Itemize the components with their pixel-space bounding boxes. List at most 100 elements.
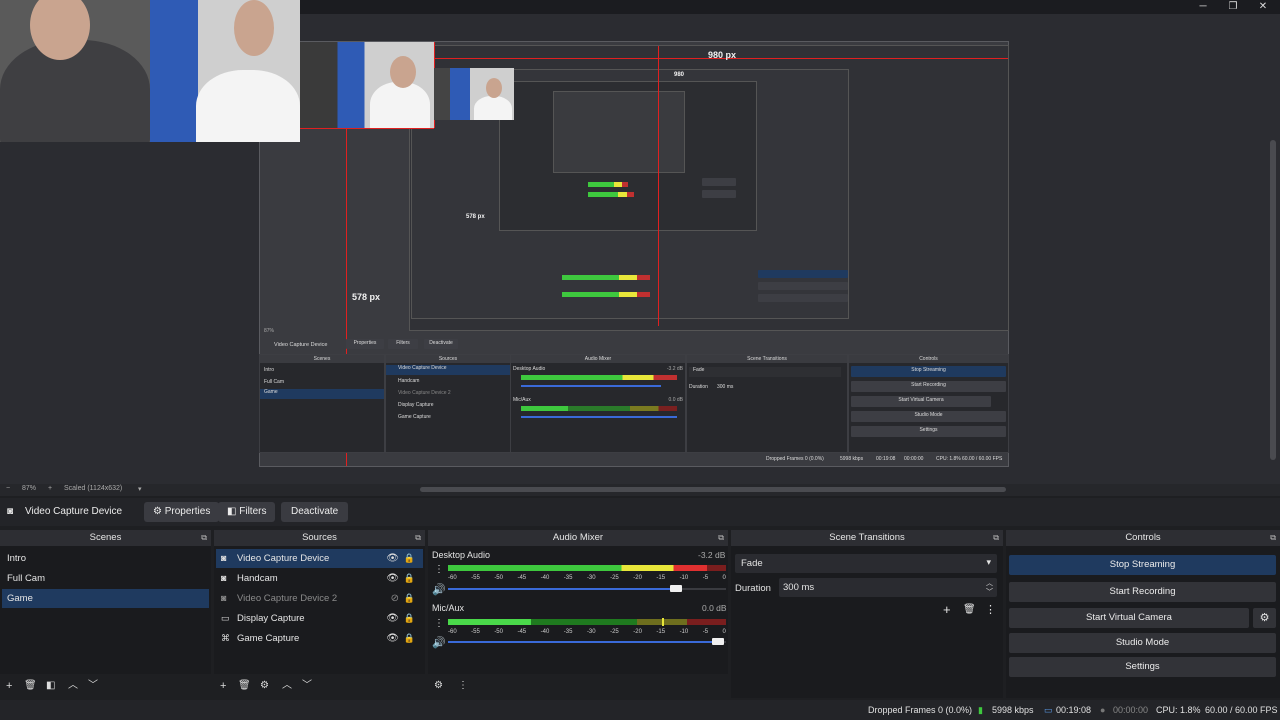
preview-canvas[interactable]: 980 px 578 px 980 578 px 87% Video Captu… [259, 41, 1009, 467]
mini-zoom: 87% [264, 328, 275, 334]
mic-peak-marker [662, 618, 664, 626]
zoom-level: 87% [22, 485, 37, 492]
add-transition-icon[interactable]: + [943, 602, 951, 617]
mini-status-cpu: CPU: 1.8% [936, 456, 961, 462]
chevron-down-icon: ▾ [986, 557, 991, 567]
mic-volume-slider[interactable] [712, 638, 724, 645]
start-recording-button[interactable]: Start Recording [1009, 582, 1276, 602]
filter-icon: ◧ [227, 506, 237, 517]
mini-deactivate: Deactivate [424, 339, 458, 349]
filters-label: Filters [239, 506, 267, 517]
filters-button[interactable]: ◧ Filters [218, 502, 276, 522]
trash-icon[interactable]: 🗑 [238, 679, 251, 693]
sources-toolbar: + 🗑 ⚙ ︿ ﹀ [214, 674, 425, 698]
deactivate-button[interactable]: Deactivate [281, 502, 349, 522]
source-border-bottom [300, 128, 434, 129]
mini-status-dropped: Dropped Frames 0 (0.0%) [766, 456, 824, 462]
source-context-bar: ◙ Video Capture Device ⚙ Properties ◧ Fi… [0, 498, 1280, 526]
eye-icon[interactable]: 👁 [386, 569, 399, 588]
source-label: Display Capture [237, 613, 305, 624]
scale-dropdown-icon[interactable]: ▾ [138, 485, 142, 493]
move-up-icon[interactable]: ︿ [282, 679, 292, 693]
scene-transitions-dock: Scene Transitions ⧉ Fade ▾ Duration 300 … [731, 530, 1003, 698]
gear-icon: ⚙ [153, 506, 162, 517]
mini-status-fps: 60.00 / 60.00 FPS [962, 456, 1003, 462]
move-down-icon[interactable]: ﹀ [302, 679, 312, 693]
scene-item-intro[interactable]: Intro [2, 549, 209, 568]
start-virtual-camera-button[interactable]: Start Virtual Camera [1009, 608, 1249, 628]
scene-item-full-cam[interactable]: Full Cam [2, 569, 209, 588]
kebab-menu-icon[interactable]: ⋮ [458, 679, 468, 693]
virtual-camera-settings-gear-icon[interactable]: ⚙ [1253, 608, 1276, 628]
nested-width-label: 980 [674, 72, 685, 78]
settings-button[interactable]: Settings [1009, 657, 1276, 677]
sources-dock: Sources ⧉ ◙ Video Capture Device 👁 🔒 ◙ H… [214, 530, 425, 698]
preview-vertical-scrollbar[interactable] [1270, 140, 1276, 460]
desktop-volume-slider[interactable] [670, 585, 682, 592]
kebab-menu-icon[interactable]: ⋮ [434, 618, 444, 629]
speaker-icon[interactable]: 🔊 [432, 636, 446, 649]
speaker-icon[interactable]: 🔊 [432, 583, 446, 596]
preview-horizontal-scrollbar[interactable] [420, 487, 1006, 492]
eye-icon[interactable]: 👁 [386, 609, 399, 628]
webcam-source-preview[interactable] [300, 42, 434, 128]
lock-icon[interactable]: 🔒 [404, 609, 415, 628]
mini-controls-dock: Controls Stop Streaming Start Recording … [848, 354, 1009, 453]
advanced-audio-icon[interactable]: ⚙ [434, 679, 443, 693]
mini-sources-dock: Sources Video Capture Device Handcam Vid… [385, 354, 511, 453]
kebab-menu-icon[interactable]: ⋮ [434, 564, 444, 575]
nested-preview-3 [499, 81, 757, 231]
camera-icon: ◙ [221, 573, 227, 583]
spin-down-icon[interactable]: ﹀ [986, 587, 993, 597]
lock-icon[interactable]: 🔒 [404, 629, 415, 648]
kebab-menu-icon[interactable]: ⋮ [985, 603, 996, 616]
undock-icon[interactable]: ⧉ [993, 533, 999, 543]
audio-mixer-title: Audio Mixer [428, 530, 728, 546]
status-bar: Dropped Frames 0 (0.0%) ▮ 5998 kbps ▭ 00… [0, 700, 1280, 720]
scene-item-game[interactable]: Game [2, 589, 209, 608]
source-item[interactable]: ▭ Display Capture 👁 🔒 [216, 609, 423, 628]
source-item[interactable]: ◙ Handcam 👁 🔒 [216, 569, 423, 588]
stream-time: 00:19:08 [1056, 705, 1092, 715]
lock-icon[interactable]: 🔒 [404, 549, 415, 568]
mic-aux-db: 0.0 dB [702, 603, 727, 613]
monitor-icon: ▭ [221, 613, 230, 623]
trash-icon[interactable]: 🗑 [24, 679, 37, 693]
undock-icon[interactable]: ⧉ [201, 533, 207, 543]
minimize-button[interactable]: ─ [1188, 0, 1218, 14]
undock-icon[interactable]: ⧉ [1270, 533, 1276, 543]
transition-select[interactable]: Fade ▾ [735, 554, 997, 573]
eye-icon[interactable]: 👁 [386, 549, 399, 568]
duration-spinbox[interactable]: 300 ms ︿ ﹀ [779, 578, 997, 597]
move-down-icon[interactable]: ﹀ [88, 679, 98, 693]
filter-icon[interactable]: ◧ [46, 679, 55, 693]
mixer-toolbar: ⚙ ⋮ [428, 674, 728, 698]
scenes-dock: Scenes ⧉ Intro Full Cam Game + 🗑 ◧ ︿ ﹀ [0, 530, 211, 698]
context-source-name: Video Capture Device [25, 506, 123, 517]
gear-icon[interactable]: ⚙ [260, 679, 269, 693]
lock-icon[interactable]: 🔒 [404, 569, 415, 588]
move-up-icon[interactable]: ︿ [68, 679, 78, 693]
source-item[interactable]: ◙ Video Capture Device 2 ⊘ 🔒 [216, 589, 423, 608]
stop-streaming-button[interactable]: Stop Streaming [1009, 555, 1276, 575]
add-icon[interactable]: + [220, 679, 226, 693]
zoom-out-button[interactable]: − [6, 485, 10, 492]
lock-icon[interactable]: 🔒 [404, 589, 415, 608]
trash-icon[interactable]: 🗑 [963, 604, 976, 615]
properties-button[interactable]: ⚙ Properties [144, 502, 220, 522]
studio-mode-button[interactable]: Studio Mode [1009, 633, 1276, 653]
mini-scenes-dock: Scenes Intro Full Cam Game [259, 354, 385, 453]
nested-height-label: 578 px [466, 214, 485, 220]
maximize-button[interactable]: ❐ [1218, 0, 1248, 14]
mic-volume-fill [448, 641, 718, 643]
undock-icon[interactable]: ⧉ [718, 533, 724, 543]
add-icon[interactable]: + [6, 679, 12, 693]
eye-off-icon[interactable]: ⊘ [391, 589, 399, 608]
camera-icon: ◙ [221, 553, 227, 563]
zoom-in-button[interactable]: + [48, 485, 52, 492]
source-item[interactable]: ◙ Video Capture Device 👁 🔒 [216, 549, 423, 568]
source-item[interactable]: ⌘ Game Capture 👁 🔒 [216, 629, 423, 648]
undock-icon[interactable]: ⧉ [415, 533, 421, 543]
close-button[interactable]: ✕ [1248, 0, 1278, 14]
eye-icon[interactable]: 👁 [386, 629, 399, 648]
